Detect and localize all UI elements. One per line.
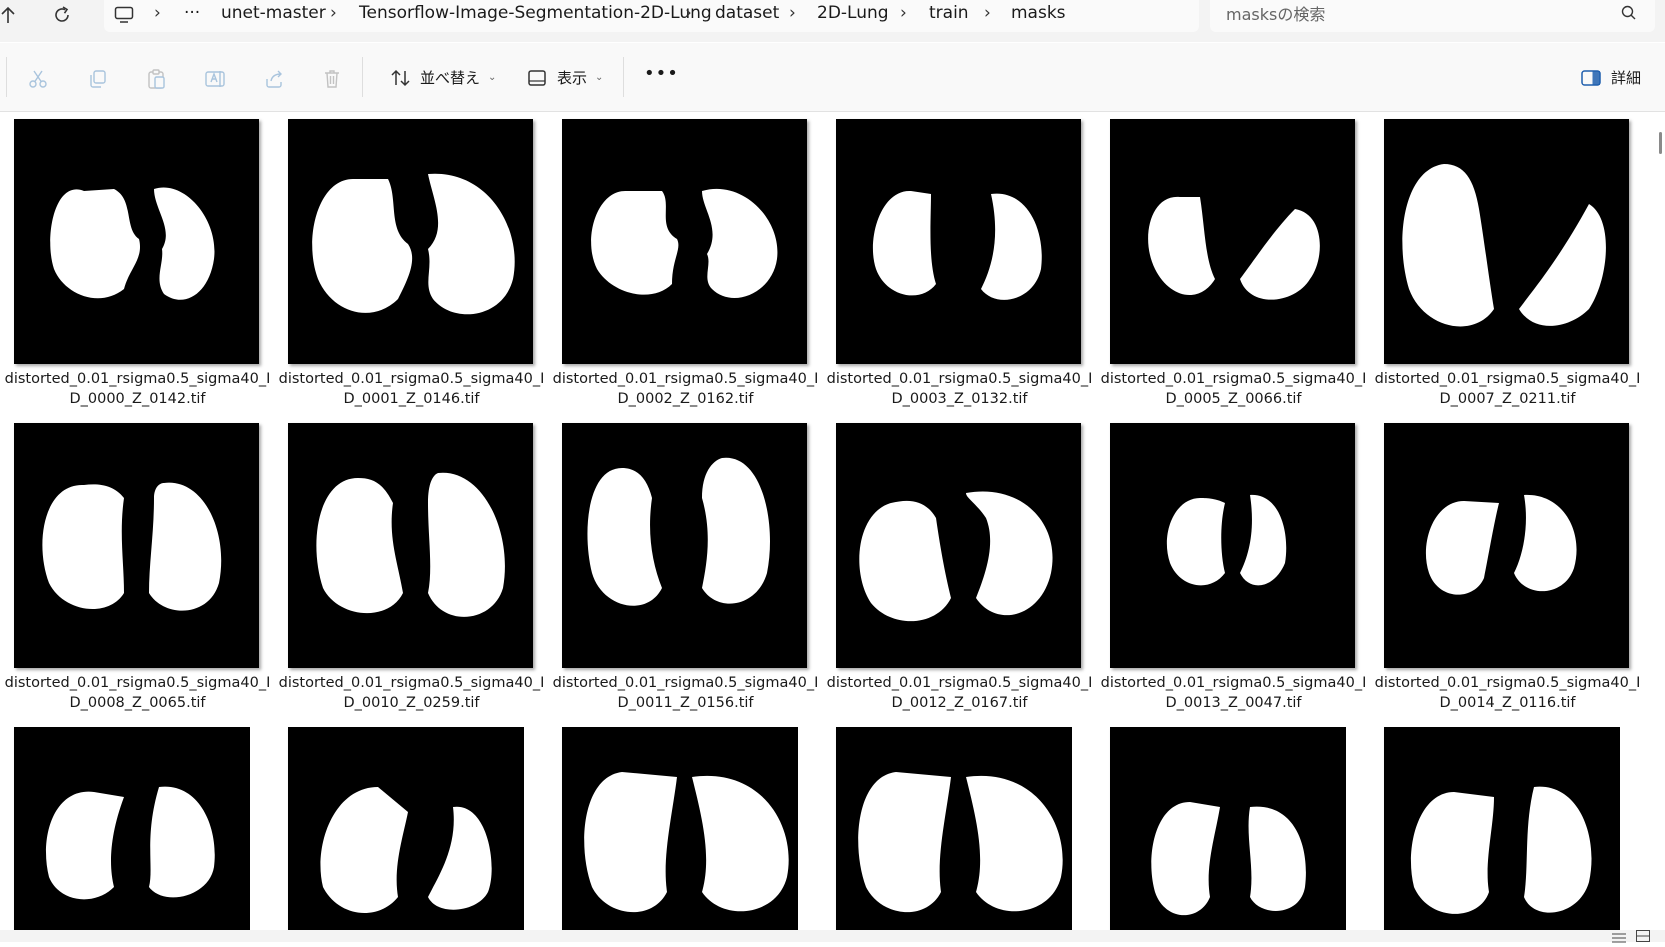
chevron-right-icon: › [900, 3, 907, 23]
file-thumbnail [562, 119, 807, 364]
status-bar [0, 927, 1665, 943]
divider [623, 57, 624, 97]
file-thumbnail [1384, 423, 1629, 668]
view-label: 表示 [557, 69, 588, 87]
file-thumbnail [836, 423, 1081, 668]
command-bar: 並べ替え ⌄ 表示 ⌄ ••• 詳細 [0, 43, 1665, 112]
refresh-icon[interactable] [48, 2, 76, 28]
sort-icon [390, 68, 412, 88]
copy-icon[interactable] [80, 62, 116, 96]
file-item[interactable]: distorted_0.01_rsigma0.5_sigma40_ID_0001… [274, 119, 544, 423]
file-thumbnail [288, 727, 524, 930]
file-item[interactable] [548, 727, 798, 930]
file-item[interactable] [274, 727, 524, 930]
search-box[interactable] [1210, 0, 1655, 32]
chevron-down-icon: ⌄ [488, 72, 497, 83]
file-name: distorted_0.01_rsigma0.5_sigma40_ID_0005… [1100, 371, 1367, 407]
file-item[interactable] [0, 727, 250, 930]
sort-button[interactable]: 並べ替え ⌄ [390, 67, 496, 88]
this-pc-icon[interactable] [110, 2, 138, 28]
breadcrumb-masks[interactable]: masks [1011, 3, 1066, 23]
details-pane-icon [1580, 69, 1602, 87]
file-item[interactable] [1370, 727, 1620, 930]
chevron-right-icon: › [685, 3, 692, 23]
address-bar: › ··· unet-master › Tensorflow-Image-Seg… [0, 0, 1665, 42]
file-thumbnail [1384, 119, 1629, 364]
file-name: distorted_0.01_rsigma0.5_sigma40_ID_0000… [4, 371, 271, 407]
vertical-scrollbar[interactable] [1655, 112, 1663, 932]
up-arrow-icon[interactable] [0, 2, 22, 28]
file-thumbnail [14, 423, 259, 668]
chevron-right-icon: › [789, 3, 796, 23]
file-thumbnail [1110, 119, 1355, 364]
file-item[interactable] [822, 727, 1072, 930]
file-name: distorted_0.01_rsigma0.5_sigma40_ID_0010… [278, 675, 545, 711]
file-name: distorted_0.01_rsigma0.5_sigma40_ID_0002… [552, 371, 819, 407]
large-icons-view-icon[interactable] [1636, 927, 1650, 942]
file-item[interactable]: distorted_0.01_rsigma0.5_sigma40_ID_0003… [822, 119, 1092, 423]
file-thumbnail [562, 727, 798, 930]
file-item[interactable]: distorted_0.01_rsigma0.5_sigma40_ID_0002… [548, 119, 818, 423]
breadcrumb-2d-lung[interactable]: 2D-Lung [817, 3, 889, 23]
breadcrumb-overflow[interactable]: ··· [184, 3, 200, 23]
chevron-right-icon: › [154, 3, 161, 23]
sort-label: 並べ替え [420, 69, 481, 87]
divider [6, 57, 7, 97]
file-thumbnail [1110, 423, 1355, 668]
file-thumbnail [836, 119, 1081, 364]
breadcrumb-train[interactable]: train [929, 3, 969, 23]
file-item[interactable]: distorted_0.01_rsigma0.5_sigma40_ID_0007… [1370, 119, 1640, 423]
file-item[interactable]: distorted_0.01_rsigma0.5_sigma40_ID_0014… [1370, 423, 1640, 727]
details-label: 詳細 [1611, 69, 1642, 87]
divider [362, 57, 363, 97]
breadcrumb[interactable]: › ··· unet-master › Tensorflow-Image-Seg… [104, 0, 1199, 32]
file-name: distorted_0.01_rsigma0.5_sigma40_ID_0001… [278, 371, 545, 407]
file-thumbnail [288, 119, 533, 364]
chevron-down-icon: ⌄ [595, 72, 604, 83]
file-thumbnail [562, 423, 807, 668]
file-thumbnail [1110, 727, 1346, 930]
file-item[interactable]: distorted_0.01_rsigma0.5_sigma40_ID_0010… [274, 423, 544, 727]
view-button[interactable]: 表示 ⌄ [527, 67, 603, 88]
chevron-right-icon: › [984, 3, 991, 23]
breadcrumb-dataset[interactable]: dataset [715, 3, 779, 23]
rename-icon[interactable] [198, 62, 234, 96]
file-item[interactable]: distorted_0.01_rsigma0.5_sigma40_ID_0011… [548, 423, 818, 727]
delete-icon[interactable] [314, 62, 350, 96]
file-thumbnail [1384, 727, 1620, 930]
list-view-icon[interactable] [1612, 928, 1626, 943]
file-name: distorted_0.01_rsigma0.5_sigma40_ID_0012… [826, 675, 1093, 711]
search-icon[interactable] [1620, 3, 1638, 27]
paste-icon[interactable] [138, 62, 174, 96]
file-name: distorted_0.01_rsigma0.5_sigma40_ID_0013… [1100, 675, 1367, 711]
file-name: distorted_0.01_rsigma0.5_sigma40_ID_0011… [552, 675, 819, 711]
breadcrumb-unet-master[interactable]: unet-master [221, 3, 326, 23]
breadcrumb-repo[interactable]: Tensorflow-Image-Segmentation-2D-Lung [359, 3, 712, 23]
file-thumbnail [14, 727, 250, 930]
file-item[interactable]: distorted_0.01_rsigma0.5_sigma40_ID_0008… [0, 423, 270, 727]
file-item[interactable]: distorted_0.01_rsigma0.5_sigma40_ID_0012… [822, 423, 1092, 727]
cut-icon[interactable] [20, 62, 56, 96]
file-item[interactable]: distorted_0.01_rsigma0.5_sigma40_ID_0005… [1096, 119, 1366, 423]
file-name: distorted_0.01_rsigma0.5_sigma40_ID_0007… [1374, 371, 1641, 407]
file-item[interactable]: distorted_0.01_rsigma0.5_sigma40_ID_0013… [1096, 423, 1366, 727]
file-name: distorted_0.01_rsigma0.5_sigma40_ID_0008… [4, 675, 271, 711]
file-thumbnail [288, 423, 533, 668]
details-button[interactable]: 詳細 [1580, 67, 1641, 88]
view-icon [527, 69, 547, 87]
search-input[interactable] [1226, 2, 1606, 26]
file-name: distorted_0.01_rsigma0.5_sigma40_ID_0003… [826, 371, 1093, 407]
file-thumbnail [836, 727, 1072, 930]
file-item[interactable]: distorted_0.01_rsigma0.5_sigma40_ID_0000… [0, 119, 270, 423]
scrollbar-thumb[interactable] [1659, 132, 1662, 154]
file-name: distorted_0.01_rsigma0.5_sigma40_ID_0014… [1374, 675, 1641, 711]
chevron-right-icon: › [330, 3, 337, 23]
more-options-button[interactable]: ••• [644, 63, 679, 84]
share-icon[interactable] [256, 62, 292, 96]
file-thumbnail [14, 119, 259, 364]
file-item[interactable] [1096, 727, 1346, 930]
